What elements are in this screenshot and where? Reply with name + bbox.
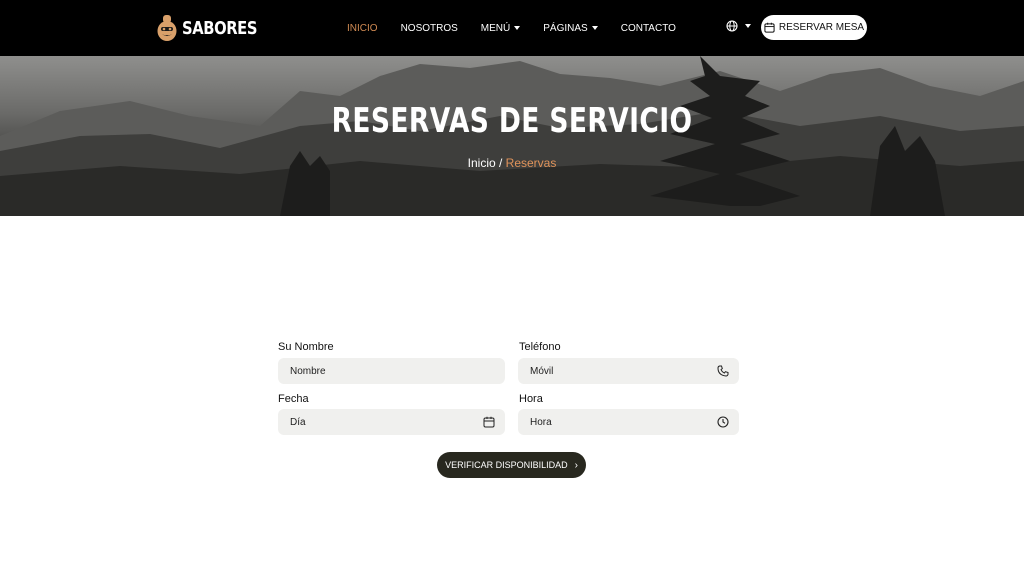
breadcrumb-home-link[interactable]: Inicio: [468, 156, 496, 170]
brand-logo[interactable]: SABORES: [157, 13, 274, 43]
top-navbar: SABORES Inicio Nosotros Menú Páginas Con…: [0, 0, 1024, 56]
date-placeholder: Día: [290, 416, 306, 428]
calendar-icon: [483, 416, 495, 428]
name-input[interactable]: Nombre: [278, 358, 505, 384]
language-selector[interactable]: [726, 20, 751, 32]
caret-down-icon: [514, 26, 521, 30]
nav-item-label: Inicio: [347, 22, 378, 34]
reserve-button-label: Reservar Mesa: [778, 22, 865, 33]
time-input[interactable]: Hora: [518, 409, 739, 435]
caret-down-icon: [745, 24, 751, 28]
chef-logo-icon: [157, 14, 177, 42]
time-placeholder: Hora: [530, 416, 552, 428]
check-availability-button[interactable]: Verificar Disponibilidad ›: [437, 452, 586, 478]
nav-item-label: Nosotros: [400, 22, 458, 34]
time-label: Hora: [519, 393, 543, 405]
date-label: Fecha: [278, 393, 309, 405]
chevron-right-icon: ›: [574, 459, 578, 471]
nav-item-nosotros[interactable]: Nosotros: [401, 23, 458, 34]
phone-placeholder: Móvil: [530, 365, 554, 377]
phone-icon: [717, 365, 729, 377]
clock-icon: [717, 416, 729, 428]
page-title: Reservas de Servicio: [331, 101, 693, 141]
breadcrumb-separator: /: [495, 156, 506, 170]
nav-item-label: Contacto: [620, 22, 676, 34]
nav-item-paginas[interactable]: Páginas: [543, 22, 598, 34]
caret-down-icon: [591, 26, 598, 30]
brand-name: SABORES: [182, 17, 258, 39]
nav-item-label: Menú: [480, 22, 511, 34]
check-availability-label: Verificar Disponibilidad: [445, 460, 568, 470]
name-label: Su Nombre: [278, 341, 334, 353]
date-input[interactable]: Día: [278, 409, 505, 435]
reserve-table-button[interactable]: Reservar Mesa: [761, 15, 867, 40]
main-menu: Inicio Nosotros Menú Páginas Contacto: [347, 0, 699, 56]
nav-item-label: Páginas: [543, 22, 588, 34]
hero-banner: Reservas de Servicio Inicio / Reservas: [0, 56, 1024, 216]
globe-icon: [726, 20, 738, 32]
nav-item-inicio[interactable]: Inicio: [347, 23, 378, 34]
phone-label: Teléfono: [519, 341, 561, 353]
calendar-icon: [764, 22, 775, 33]
nav-item-contacto[interactable]: Contacto: [621, 23, 676, 34]
name-placeholder: Nombre: [290, 365, 326, 377]
phone-input[interactable]: Móvil: [518, 358, 739, 384]
breadcrumb-current: Reservas: [505, 156, 557, 170]
nav-item-menu[interactable]: Menú: [480, 22, 521, 34]
breadcrumb: Inicio / Reservas: [0, 156, 1024, 170]
